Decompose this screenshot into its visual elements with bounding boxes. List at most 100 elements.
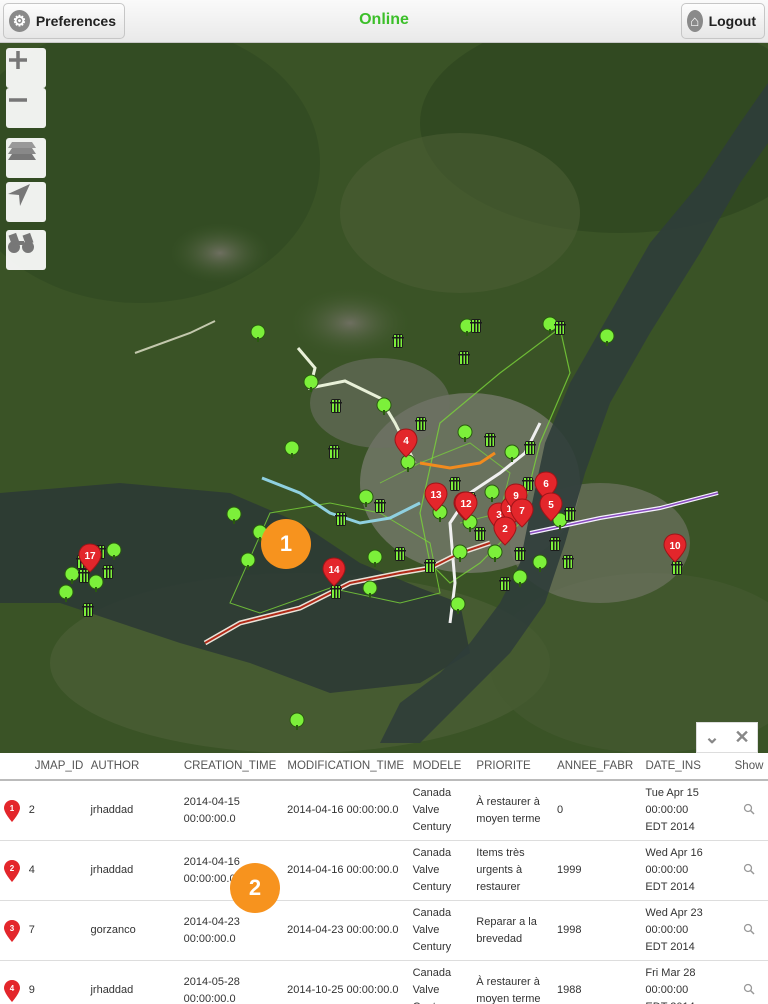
hydrant-icon[interactable]	[449, 477, 461, 491]
hydrant-icon[interactable]	[415, 417, 427, 431]
binoculars-button[interactable]	[6, 230, 46, 270]
row-pin[interactable]: 1	[0, 799, 29, 822]
table-row[interactable]: 3 7 gorzanco 2014-04-23 00:00:00.0 2014-04-23…	[0, 901, 768, 961]
tree-icon[interactable]	[58, 584, 74, 602]
tree-icon[interactable]	[226, 506, 242, 524]
magnifier-icon[interactable]	[730, 862, 768, 879]
hydrant-icon[interactable]	[394, 547, 406, 561]
hydrant-icon[interactable]	[514, 547, 526, 561]
col-annee-fabr[interactable]: ANNEE_FABR	[557, 760, 645, 772]
cell-date_ins: Fri Mar 2800:00:00EDT 2014	[645, 967, 696, 1004]
close-icon[interactable]: ✕	[734, 727, 749, 748]
hydrant-icon[interactable]	[78, 569, 90, 583]
cell-date_ins: Tue Apr 15 00:00:00 EDT 2014	[645, 787, 699, 833]
hydrant-icon[interactable]	[330, 399, 342, 413]
tree-icon[interactable]	[400, 454, 416, 472]
tree-icon[interactable]	[512, 569, 528, 587]
logout-button[interactable]: ⌂ Logout	[681, 3, 765, 39]
panel-controls: ⌄ ✕	[696, 722, 758, 753]
magnifier-icon[interactable]	[730, 922, 768, 939]
table-row[interactable]: 2 4 jrhaddad 2014-04-16 00:00:00.0 2014-04-16…	[0, 841, 768, 901]
zoom-out-button[interactable]	[6, 88, 46, 128]
magnifier-icon[interactable]	[730, 802, 768, 819]
hydrant-icon[interactable]	[524, 441, 536, 455]
hydrant-icon[interactable]	[470, 319, 482, 333]
col-date-ins[interactable]: DATE_INS	[645, 760, 730, 772]
hydrant-icon[interactable]	[671, 561, 683, 575]
col-show: Show	[734, 760, 764, 772]
tree-icon[interactable]	[284, 440, 300, 458]
tree-icon[interactable]	[484, 484, 500, 502]
map-marker-label: 14	[328, 565, 340, 576]
cell-annee: 1988	[557, 984, 582, 996]
col-modele[interactable]: MODELE	[413, 760, 477, 772]
tree-icon[interactable]	[450, 596, 466, 614]
cell-creation: 2014-04-15 00:00:00.0	[183, 795, 240, 825]
tree-icon[interactable]	[289, 712, 305, 730]
tree-icon[interactable]	[303, 374, 319, 392]
tree-icon[interactable]	[367, 549, 383, 567]
table-body: 1 2 jrhaddad 2014-04-15 00:00:00.0 2014-04-16…	[0, 781, 768, 1004]
map-view[interactable]: 141713181231629765104 1 ⌄ ✕	[0, 43, 768, 753]
tree-icon[interactable]	[358, 489, 374, 507]
hydrant-icon[interactable]	[554, 321, 566, 335]
col-modification-time[interactable]: MODIFICATION_TIME	[287, 760, 412, 772]
cell-author: jrhaddad	[90, 804, 134, 816]
col-author[interactable]: AUTHOR	[91, 760, 184, 772]
tree-icon[interactable]	[362, 580, 378, 598]
tree-icon[interactable]	[250, 324, 266, 342]
tree-icon[interactable]	[376, 397, 392, 415]
col-creation-time[interactable]: CREATION_TIME	[184, 760, 288, 772]
tree-icon[interactable]	[64, 566, 80, 584]
hydrant-icon[interactable]	[562, 555, 574, 569]
zoom-in-button[interactable]	[6, 48, 46, 88]
cell-annee: 1998	[557, 924, 582, 936]
table-row[interactable]: 1 2 jrhaddad 2014-04-15 00:00:00.0 2014-04-16…	[0, 781, 768, 841]
row-pin[interactable]: 3	[0, 919, 29, 942]
tree-icon[interactable]	[240, 552, 256, 570]
tree-icon[interactable]	[504, 444, 520, 462]
cell-author: jrhaddad	[90, 984, 134, 996]
col-priorite[interactable]: PRIORITE	[476, 760, 557, 772]
hydrant-icon[interactable]	[328, 445, 340, 459]
tree-icon[interactable]	[487, 544, 503, 562]
svg-text:2: 2	[10, 864, 15, 873]
cell-priorite: À restaurer à moyen terme	[476, 795, 541, 825]
table-row[interactable]: 4 9 jrhaddad 2014-05-28 00:00:00.0 2014-10-25…	[0, 961, 768, 1004]
tree-icon[interactable]	[532, 554, 548, 572]
svg-text:3: 3	[10, 924, 15, 933]
hydrant-icon[interactable]	[424, 559, 436, 573]
hydrant-icon[interactable]	[374, 499, 386, 513]
hydrant-icon[interactable]	[335, 512, 347, 526]
layers-button[interactable]	[6, 138, 46, 178]
hydrant-icon[interactable]	[549, 537, 561, 551]
map-marker-10[interactable]: 10	[663, 533, 687, 563]
cell-date_ins: Wed Apr 23 00:00:00 EDT 2014	[645, 907, 703, 953]
hydrant-icon[interactable]	[564, 507, 576, 521]
row-pin[interactable]: 2	[0, 859, 29, 882]
collapse-chevron-icon[interactable]: ⌄	[704, 727, 719, 748]
hydrant-icon[interactable]	[484, 433, 496, 447]
hydrant-icon[interactable]	[474, 527, 486, 541]
map-marker-2[interactable]: 2	[493, 516, 517, 546]
hydrant-icon[interactable]	[102, 565, 114, 579]
locate-button[interactable]	[6, 182, 46, 222]
map-marker-14[interactable]: 14	[322, 557, 346, 587]
hydrant-icon[interactable]	[82, 603, 94, 617]
tree-icon[interactable]	[599, 328, 615, 346]
hydrant-icon[interactable]	[458, 351, 470, 365]
hydrant-icon[interactable]	[392, 334, 404, 348]
row-pin[interactable]: 4	[0, 979, 29, 1002]
home-icon: ⌂	[687, 10, 703, 32]
navigation-arrow-icon	[8, 184, 30, 206]
tree-icon[interactable]	[452, 544, 468, 562]
magnifier-icon[interactable]	[730, 982, 768, 999]
hydrant-icon[interactable]	[330, 585, 342, 599]
col-jmap-id[interactable]: JMAP_ID	[29, 760, 91, 772]
tree-icon[interactable]	[88, 574, 104, 592]
cell-modele: CanadaValveCentury	[412, 907, 452, 953]
tree-icon[interactable]	[106, 542, 122, 560]
hydrant-icon[interactable]	[499, 577, 511, 591]
map-marker-4[interactable]: 4	[394, 428, 418, 458]
tree-icon[interactable]	[457, 424, 473, 442]
